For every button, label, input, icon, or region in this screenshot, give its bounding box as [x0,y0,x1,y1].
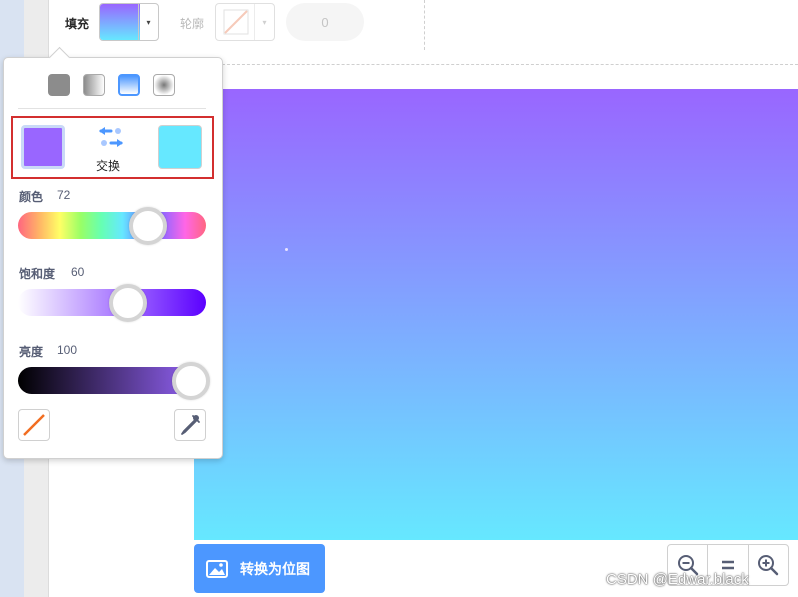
zoom-in-icon [758,555,779,576]
convert-to-bitmap-button[interactable]: 转换为位图 [194,544,325,593]
hue-value: 72 [57,188,71,202]
canvas-dot [285,248,288,251]
chevron-down-icon[interactable]: ▾ [138,4,158,40]
brightness-value: 100 [57,343,78,357]
brightness-slider-handle[interactable] [172,362,210,400]
no-color-icon [23,414,45,436]
hue-label: 颜色 [19,190,44,204]
image-icon [206,559,228,578]
no-color-button[interactable] [18,409,50,441]
paint-toolbar: 填充 ▾ 轮廓 ▾ 0 [49,0,798,50]
no-outline-icon [223,9,249,35]
fill-label: 填充 [65,17,90,31]
saturation-label: 饱和度 [19,267,56,281]
hue-slider[interactable] [18,212,206,239]
watermark: CSDN @Edwar.black [606,571,749,588]
saturation-slider-handle[interactable] [109,284,147,322]
gradient-rectangle[interactable] [194,89,798,540]
horizontal-gradient-mode-button[interactable] [83,74,105,96]
fill-swatch-preview [100,4,140,40]
solid-fill-mode-button[interactable] [48,74,70,96]
saturation-value: 60 [71,265,85,279]
convert-to-bitmap-label: 转换为位图 [240,560,310,577]
toolbar-divider [424,0,425,50]
equals-icon [721,560,734,570]
vertical-gradient-mode-button[interactable] [118,74,140,96]
hue-slider-handle[interactable] [129,207,167,245]
outline-label: 轮廓 [180,17,205,31]
stroke-width-input[interactable]: 0 [286,3,364,41]
radial-gradient-mode-button[interactable] [153,74,175,96]
eyedropper-icon [181,415,200,435]
annotation-highlight-box [11,116,214,179]
chevron-down-icon[interactable]: ▾ [254,4,274,40]
fill-color-button[interactable]: ▾ [99,3,159,41]
eyedropper-button[interactable] [174,409,206,441]
color-picker-popup: 交换 颜色 72 饱和度 60 亮度 100 [3,57,223,459]
zoom-in-button[interactable] [749,545,788,585]
brightness-label: 亮度 [19,345,44,359]
outline-color-button[interactable]: ▾ [215,3,275,41]
canvas-guide [222,64,798,65]
divider [18,108,206,109]
